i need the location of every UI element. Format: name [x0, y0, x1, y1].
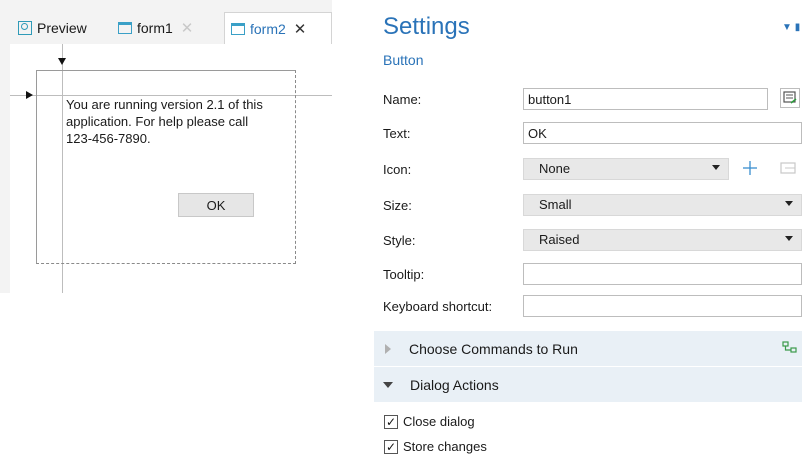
tooltip-field[interactable]	[523, 263, 802, 285]
form-icon	[231, 22, 245, 35]
text-label: Text:	[383, 126, 411, 141]
close-dialog-option[interactable]: ✓ Close dialog	[384, 414, 475, 429]
column-marker-icon[interactable]	[58, 58, 66, 65]
size-select[interactable]: Small	[523, 194, 802, 216]
section-dialog-actions[interactable]: Dialog Actions	[374, 367, 802, 402]
shortcut-label: Keyboard shortcut:	[383, 299, 493, 314]
section-choose-commands[interactable]: Choose Commands to Run	[374, 331, 802, 366]
tab-form2[interactable]: form2 ✕	[224, 12, 332, 44]
close-dialog-checkbox[interactable]: ✓	[384, 414, 398, 429]
settings-title: Settings	[383, 13, 470, 40]
import-icon-button[interactable]	[778, 158, 798, 178]
tab-form1[interactable]: form1 ✕	[118, 12, 214, 44]
command-tree-icon	[782, 341, 797, 353]
collapse-icon	[383, 381, 393, 388]
form-editor: Preview form1 ✕ form2 ✕ You are running …	[0, 0, 332, 293]
edit-name-button[interactable]	[780, 88, 800, 108]
ok-button[interactable]: OK	[178, 193, 254, 217]
style-select[interactable]: Raised	[523, 229, 802, 251]
checkbox-label: Store changes	[403, 439, 487, 454]
row-marker-icon[interactable]	[26, 91, 33, 99]
form-message-text[interactable]: You are running version 2.1 of this appl…	[66, 96, 276, 147]
tab-label: form2	[250, 20, 286, 37]
size-label: Size:	[383, 198, 412, 213]
style-select-value: Raised	[539, 232, 580, 247]
chevron-down-icon	[785, 236, 793, 241]
settings-panel: Settings Button ▼ ▮ Name: Text: Icon: No…	[374, 0, 802, 467]
section-title: Dialog Actions	[410, 376, 499, 393]
keyboard-shortcut-field[interactable]	[523, 295, 802, 317]
preview-icon	[18, 21, 32, 35]
settings-subtitle: Button	[383, 52, 424, 68]
checkbox-label: Close dialog	[403, 414, 475, 429]
import-icon	[780, 162, 796, 174]
store-changes-option[interactable]: ✓ Store changes	[384, 439, 487, 454]
chevron-down-icon	[785, 201, 793, 206]
add-icon-button[interactable]	[740, 158, 760, 178]
icon-select-value: None	[539, 161, 571, 176]
tab-label: form1	[137, 20, 173, 36]
style-label: Style:	[383, 233, 416, 248]
icon-label: Icon:	[383, 162, 412, 177]
close-icon[interactable]: ✕	[181, 19, 194, 37]
panel-menu-icons[interactable]: ▼ ▮	[782, 22, 800, 33]
tab-preview[interactable]: Preview	[18, 12, 106, 44]
icon-select[interactable]: None	[523, 158, 729, 180]
tab-bar: Preview form1 ✕ form2 ✕	[0, 12, 332, 44]
text-field[interactable]	[523, 122, 802, 144]
store-changes-checkbox[interactable]: ✓	[384, 439, 398, 454]
close-icon[interactable]: ✕	[294, 20, 307, 38]
pin-icon[interactable]: ▮	[795, 22, 801, 33]
dropdown-icon[interactable]: ▼	[782, 22, 792, 33]
chevron-down-icon	[712, 165, 720, 170]
tab-label: Preview	[37, 20, 87, 36]
tooltip-label: Tooltip:	[383, 267, 425, 282]
plus-icon	[743, 161, 757, 175]
section-title: Choose Commands to Run	[409, 340, 578, 357]
expand-icon	[385, 343, 391, 354]
form-icon	[118, 22, 132, 34]
size-select-value: Small	[539, 197, 572, 212]
name-label: Name:	[383, 92, 422, 107]
edit-icon	[783, 91, 797, 104]
name-field[interactable]	[523, 88, 768, 110]
form-canvas[interactable]: You are running version 2.1 of this appl…	[10, 44, 332, 293]
